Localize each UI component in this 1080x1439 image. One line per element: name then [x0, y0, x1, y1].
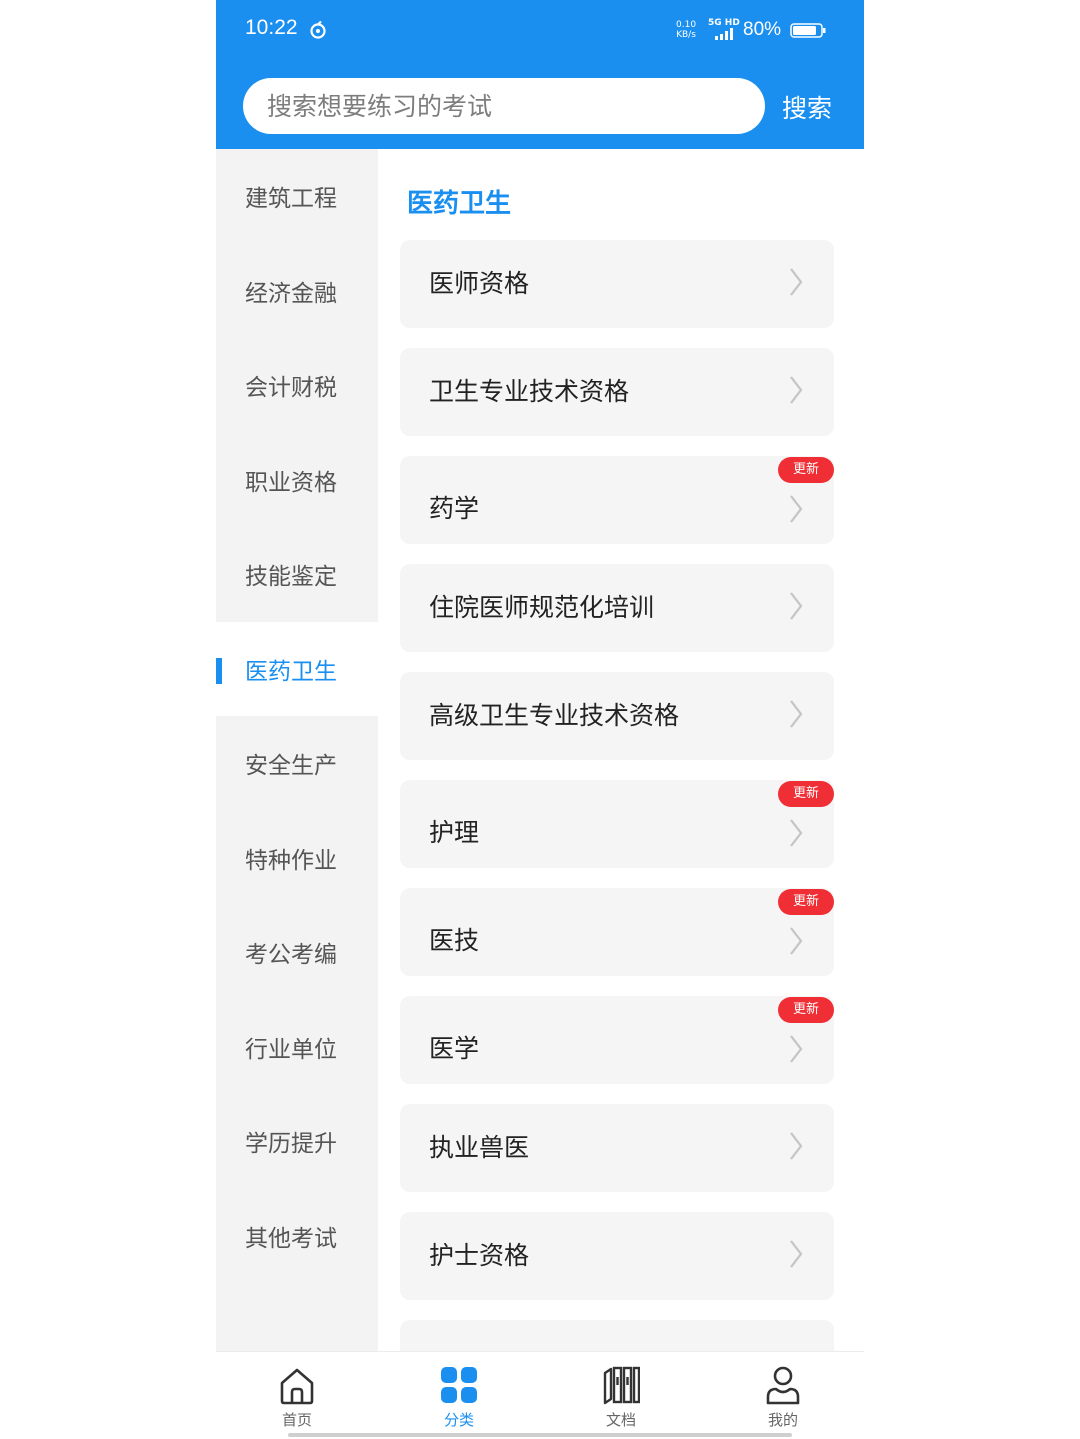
section-title: 医药卫生 — [407, 189, 512, 219]
update-badge: 更新 — [778, 781, 834, 807]
sidebar-item-label: 建筑工程 — [245, 186, 337, 212]
sidebar-item[interactable]: 医药卫生 — [216, 621, 378, 716]
sidebar-item-label: 特种作业 — [245, 847, 337, 874]
subcategory-item-partial[interactable] — [400, 1320, 834, 1351]
sidebar-item[interactable]: 其他考试 — [216, 1189, 378, 1283]
network-type-label: 5G HD — [708, 18, 740, 28]
sidebar-item-label: 经济金融 — [245, 280, 337, 307]
sidebar-item[interactable]: 学历提升 — [216, 1094, 378, 1188]
sidebar-item-label: 医药卫生 — [245, 658, 337, 685]
subcategory-label: 执业兽医 — [429, 1133, 530, 1162]
subcategory-label: 医技 — [429, 926, 480, 955]
subcategory-item[interactable]: 高级卫生专业技术资格 — [400, 672, 834, 760]
nav-item[interactable]: 文档 — [561, 1352, 681, 1439]
battery-level: 80% — [743, 19, 782, 40]
active-indicator — [216, 657, 222, 684]
subcategory-item[interactable]: 护士资格 — [400, 1212, 834, 1300]
subcategory-label: 医师资格 — [429, 269, 530, 298]
app-screen: 10:22 0.10 KB/s 5G HD 80% 搜索想要练习的考试 搜索 建… — [216, 0, 864, 1439]
status-time: 10:22 — [245, 16, 298, 39]
subcategory-item[interactable]: 执业兽医 — [400, 1104, 834, 1192]
sidebar-item[interactable]: 经济金融 — [216, 244, 378, 338]
sidebar-item[interactable]: 建筑工程 — [216, 149, 378, 243]
sidebar-item[interactable]: 职业资格 — [216, 433, 378, 527]
chevron-right-icon — [790, 1132, 803, 1160]
chevron-right-icon — [790, 495, 803, 523]
sidebar-item[interactable]: 考公考编 — [216, 905, 378, 999]
update-badge: 更新 — [778, 457, 834, 483]
subcategory-label: 高级卫生专业技术资格 — [429, 701, 680, 730]
search-input[interactable] — [265, 90, 749, 122]
category-sidebar: 建筑工程经济金融会计财税职业资格技能鉴定医药卫生安全生产特种作业考公考编行业单位… — [216, 149, 378, 1351]
bottom-nav: 首页 分类 文档 我的 — [216, 1351, 864, 1439]
chevron-right-icon — [790, 1035, 803, 1063]
sidebar-item[interactable]: 特种作业 — [216, 811, 378, 905]
nav-label: 分类 — [443, 1411, 474, 1429]
status-bar: 10:22 0.10 KB/s 5G HD 80% — [216, 0, 864, 60]
sidebar-item[interactable]: 技能鉴定 — [216, 527, 378, 621]
subcategory-panel: 医药卫生 医师资格 卫生专业技术资格 药学 更新 住院医师规范化培训 高级卫生专业技术资格… — [378, 149, 864, 1351]
header: 10:22 0.10 KB/s 5G HD 80% 搜索想要练习的考试 搜索 — [216, 0, 864, 149]
sidebar-item[interactable]: 行业单位 — [216, 1000, 378, 1094]
chevron-right-icon — [790, 268, 803, 296]
sidebar-item-label: 学历提升 — [245, 1131, 337, 1157]
subcategory-item[interactable]: 药学 更新 — [400, 456, 834, 544]
chevron-right-icon — [790, 376, 803, 404]
chevron-right-icon — [790, 1240, 803, 1268]
document-books-icon — [603, 1366, 640, 1405]
nav-item[interactable]: 首页 — [237, 1352, 357, 1439]
search-box[interactable] — [243, 78, 765, 134]
sidebar-item-label: 职业资格 — [245, 469, 337, 496]
nav-label: 文档 — [605, 1411, 636, 1429]
sidebar-item-label: 行业单位 — [245, 1036, 337, 1063]
subcategory-label: 护理 — [429, 818, 480, 847]
subcategory-label: 卫生专业技术资格 — [429, 377, 630, 406]
subcategory-label: 住院医师规范化培训 — [429, 593, 655, 622]
search-button[interactable]: 搜索 — [782, 89, 832, 125]
subcategory-item[interactable]: 医技 更新 — [400, 888, 834, 976]
battery-icon — [790, 23, 826, 38]
sidebar-item-label: 安全生产 — [245, 753, 337, 779]
subcategory-item[interactable]: 医学 更新 — [400, 996, 834, 1084]
chevron-right-icon — [790, 592, 803, 620]
sync-icon — [310, 20, 326, 39]
nav-item[interactable]: 分类 — [399, 1352, 519, 1439]
update-badge: 更新 — [778, 997, 834, 1023]
sidebar-item[interactable]: 会计财税 — [216, 338, 378, 432]
home-icon — [280, 1368, 314, 1405]
chevron-right-icon — [790, 819, 803, 847]
nav-label: 我的 — [767, 1411, 798, 1429]
subcategory-label: 医学 — [429, 1034, 480, 1063]
home-indicator — [288, 1433, 792, 1437]
category-grid-icon — [441, 1367, 477, 1403]
sidebar-item-label: 考公考编 — [245, 942, 337, 968]
chevron-right-icon — [790, 700, 803, 728]
sidebar-item[interactable]: 安全生产 — [216, 716, 378, 810]
chevron-right-icon — [790, 927, 803, 955]
sidebar-item-label: 技能鉴定 — [245, 564, 337, 590]
signal-icon — [715, 28, 733, 40]
subcategory-label: 药学 — [429, 494, 480, 523]
profile-icon — [766, 1366, 800, 1405]
subcategory-item[interactable]: 医师资格 — [400, 240, 834, 328]
subcategory-label: 护士资格 — [429, 1241, 530, 1270]
net-speed: 0.10 KB/s — [676, 20, 697, 40]
sidebar-item-label: 其他考试 — [245, 1225, 337, 1252]
subcategory-item[interactable]: 住院医师规范化培训 — [400, 564, 834, 652]
update-badge: 更新 — [778, 889, 834, 915]
nav-item[interactable]: 我的 — [723, 1352, 843, 1439]
nav-label: 首页 — [281, 1411, 312, 1429]
sidebar-item-label: 会计财税 — [245, 375, 337, 401]
subcategory-item[interactable]: 卫生专业技术资格 — [400, 348, 834, 436]
subcategory-item[interactable]: 护理 更新 — [400, 780, 834, 868]
